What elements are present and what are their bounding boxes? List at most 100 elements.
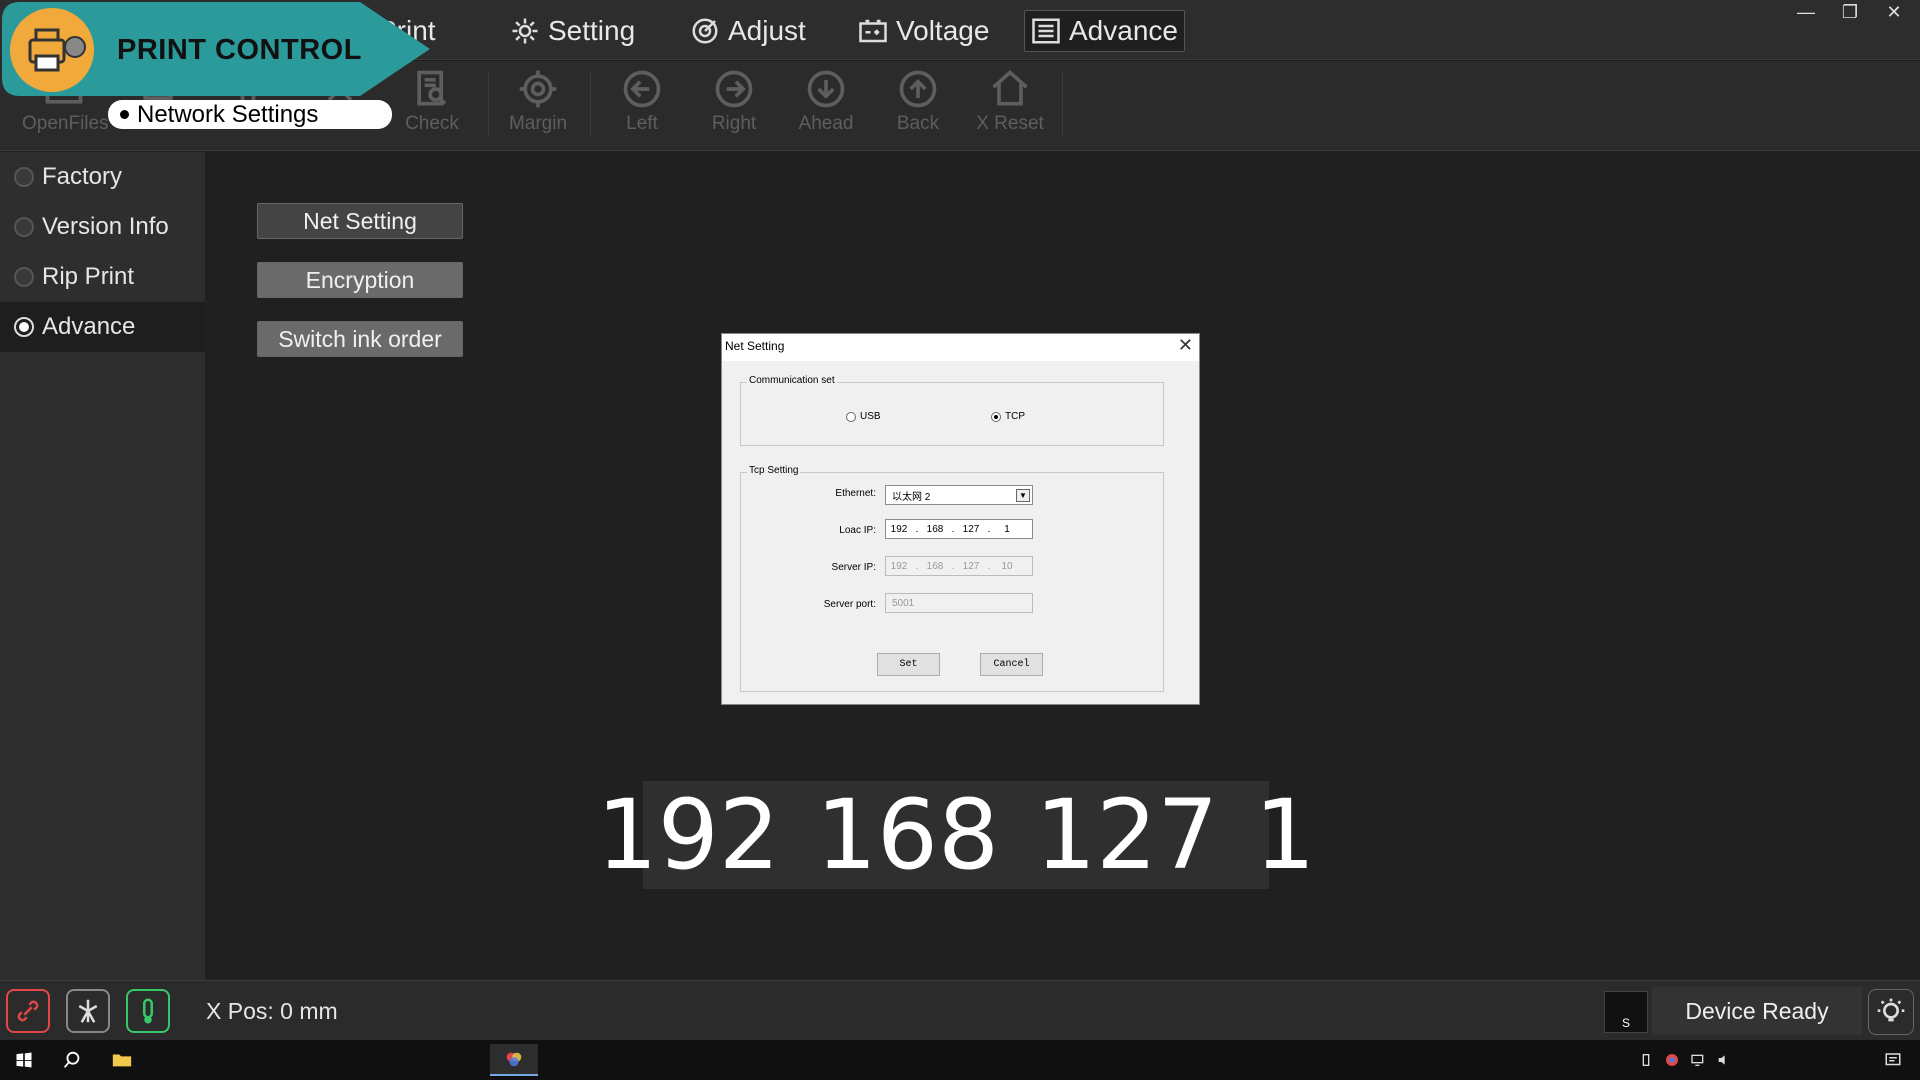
thermometer-icon (143, 998, 153, 1024)
usb-label: USB (860, 411, 881, 422)
logo-title: PRINT CONTROL (117, 34, 362, 66)
network-tray-icon[interactable] (1686, 1044, 1710, 1076)
connection-button[interactable] (6, 989, 50, 1033)
ip-octet: 127 (962, 560, 980, 572)
search-icon (63, 1051, 80, 1068)
network-settings-label: Network Settings (137, 101, 319, 128)
menu-voltage[interactable]: Voltage (852, 10, 995, 52)
ip-octet: 192 (890, 560, 908, 572)
minimize-button[interactable]: — (1784, 0, 1828, 26)
local-ip-field[interactable]: 192. 168. 127. 1 (885, 519, 1033, 539)
browser-tray-icon[interactable] (1660, 1044, 1684, 1076)
cancel-button[interactable]: Cancel (980, 653, 1043, 676)
ip-octet: 1 (1254, 779, 1316, 891)
temperature-button[interactable] (126, 989, 170, 1033)
menu-adjust[interactable]: Adjust (684, 10, 812, 52)
radio-icon (846, 411, 856, 422)
search-button[interactable] (52, 1044, 92, 1076)
start-button[interactable] (4, 1044, 44, 1076)
sidebar: Factory Version Info Rip Print Advance (0, 152, 205, 980)
arrow-left-icon (623, 70, 661, 108)
ip-octet: 192 (890, 523, 908, 535)
antenna-icon (78, 999, 98, 1023)
list-icon (1032, 18, 1060, 44)
tool-margin[interactable]: Margin (496, 67, 580, 147)
tool-right-label: Right (711, 113, 757, 134)
app-logo: PRINT CONTROL (0, 0, 440, 98)
tool-back[interactable]: Back (876, 67, 960, 147)
ink-level-indicator: S (1604, 991, 1648, 1033)
tool-openfiles-label: OpenFiles (22, 113, 109, 134)
server-ip-field[interactable]: 192. 168. 127. 10 (885, 556, 1033, 576)
server-port-field[interactable]: 5001 (885, 593, 1033, 613)
restore-button[interactable]: ❐ (1828, 0, 1872, 26)
switch-ink-order-button[interactable]: Switch ink order (257, 321, 463, 357)
set-button[interactable]: Set (877, 653, 940, 676)
ip-address-readout: 192 168 127 1 (597, 779, 1316, 891)
menu-advance[interactable]: Advance (1024, 10, 1185, 52)
menu-setting[interactable]: Setting (504, 10, 641, 52)
tool-margin-label: Margin (508, 113, 568, 134)
home-icon (992, 70, 1028, 106)
tool-right[interactable]: Right (692, 67, 776, 147)
communication-set-group: Communication set USB TCP (740, 375, 1164, 446)
dialog-title: Net Setting (725, 339, 785, 353)
tool-ahead[interactable]: Ahead (784, 67, 868, 147)
crosshair-icon (519, 70, 557, 108)
menu-voltage-label: Voltage (896, 15, 990, 46)
print-control-taskbar-button[interactable] (490, 1044, 538, 1076)
radio-selected-icon (14, 317, 34, 337)
target-icon (692, 18, 718, 44)
tool-xreset-label: X Reset (976, 113, 1044, 134)
ip-octet: 1 (1004, 523, 1010, 535)
file-explorer-button[interactable] (102, 1044, 142, 1076)
local-ip-label: Loac IP: (839, 525, 876, 536)
close-window-button[interactable]: ✕ (1872, 0, 1916, 26)
notifications-button[interactable] (1878, 1044, 1908, 1076)
app-icon (506, 1052, 522, 1067)
tool-ahead-label: Ahead (798, 113, 854, 134)
radio-icon (14, 267, 34, 287)
sidebar-item-version-info[interactable]: Version Info (0, 202, 205, 252)
lamp-button[interactable] (1868, 989, 1914, 1035)
radio-icon (14, 217, 34, 237)
tcp-radio[interactable]: TCP (991, 411, 1025, 422)
ip-octet: 168 (815, 779, 1000, 891)
tool-back-label: Back (896, 113, 940, 134)
server-ip-label: Server IP: (831, 562, 876, 573)
net-setting-button[interactable]: Net Setting (257, 203, 463, 239)
app-window: Print Setting Adjust Voltage Advance — ❐… (0, 0, 1920, 1080)
tcp-label: TCP (1005, 411, 1025, 422)
usb-tray-icon[interactable] (1634, 1044, 1658, 1076)
toolbar-divider (590, 73, 591, 137)
tool-xreset[interactable]: X Reset (968, 67, 1052, 147)
toolbar-divider (1062, 73, 1063, 137)
close-icon[interactable]: ✕ (1178, 335, 1193, 356)
communication-set-label: Communication set (747, 375, 837, 386)
ip-octet: 127 (962, 523, 980, 535)
sidebar-item-label: Factory (42, 163, 123, 190)
sidebar-item-label: Version Info (42, 213, 169, 240)
tool-left[interactable]: Left (600, 67, 684, 147)
sidebar-item-factory[interactable]: Factory (0, 152, 205, 202)
ip-octet: 192 (596, 779, 780, 891)
ethernet-label: Ethernet: (835, 488, 876, 499)
network-settings-badge: Network Settings (108, 100, 392, 129)
server-port-value: 5001 (892, 597, 915, 609)
volume-tray-icon[interactable] (1712, 1044, 1736, 1076)
tcp-setting-label: Tcp Setting (747, 465, 801, 476)
device-status: Device Ready (1652, 987, 1862, 1035)
radio-selected-icon (991, 411, 1001, 422)
ethernet-select[interactable]: 以太网 2 ▼ (885, 485, 1033, 505)
usb-radio[interactable]: USB (846, 411, 881, 422)
net-setting-dialog: Net Setting ✕ Communication set USB TCP … (721, 333, 1200, 705)
antenna-button[interactable] (66, 989, 110, 1033)
tool-left-label: Left (626, 113, 658, 134)
tcp-setting-group: Tcp Setting Ethernet: 以太网 2 ▼ Loac IP: 1… (740, 465, 1164, 692)
sidebar-item-advance[interactable]: Advance (0, 302, 205, 352)
encryption-button[interactable]: Encryption (257, 262, 463, 298)
menu-adjust-label: Adjust (728, 15, 806, 46)
chevron-down-icon[interactable]: ▼ (1016, 489, 1030, 502)
sidebar-item-rip-print[interactable]: Rip Print (0, 252, 205, 302)
toolbar-divider (488, 73, 489, 137)
